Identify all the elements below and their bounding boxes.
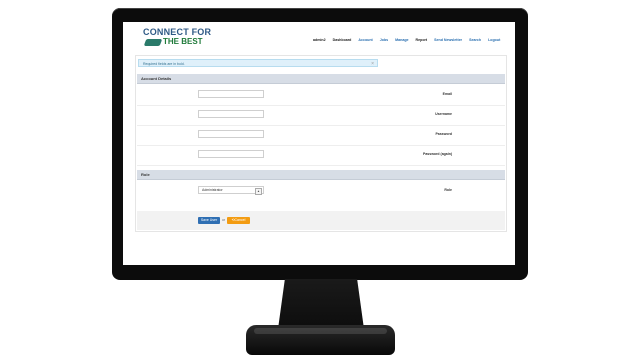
role-row: Role Administrator ▲ [137,181,505,201]
form-actions: Save User or ⟲Cancel [137,211,505,230]
nav-item-report[interactable]: Report [416,38,428,43]
nav-item-logout[interactable]: Logout [488,38,500,43]
user-form: Required fields are in bold. × Account D… [135,55,507,232]
cancel-label: Cancel [234,218,246,222]
app-screen: CONNECT FOR THE BEST admin2 Dashboard Ac… [123,22,515,265]
top-navigation: admin2 Dashboard Account Jobs Manage Rep… [313,35,508,45]
save-user-button[interactable]: Save User [198,217,220,224]
logo[interactable]: CONNECT FOR THE BEST [143,27,211,49]
role-select-value: Administrator [202,188,223,192]
password-again-label: Password (again) [423,152,452,156]
info-alert: Required fields are in bold. × [138,59,378,67]
role-label: Role [444,188,452,192]
username-row: Username [137,105,505,126]
section-role: Role [137,170,505,180]
nav-item-manage[interactable]: Manage [395,38,408,43]
email-row: Email [137,85,505,106]
username-field[interactable] [198,110,264,118]
nav-item-dashboard[interactable]: Dashboard [333,38,352,43]
nav-item-account[interactable]: Account [358,38,372,43]
or-text: or [222,218,226,222]
cancel-button[interactable]: ⟲Cancel [227,217,250,224]
close-icon[interactable]: × [371,60,374,68]
password-field[interactable] [198,130,264,138]
nav-item-jobs[interactable]: Jobs [380,38,388,43]
nav-item-send-newsletter[interactable]: Send Newsletter [434,38,462,43]
nav-item-search[interactable]: Search [469,38,481,43]
email-field[interactable] [198,90,264,98]
chevron-down-icon[interactable]: ▲ [255,188,262,195]
nav-item-admin2[interactable]: admin2 [313,38,326,43]
handshake-icon [143,39,163,46]
password-label: Password [435,132,452,136]
password-again-field[interactable] [198,150,264,158]
monitor-stand-base [246,325,395,355]
alert-text: Required fields are in bold. [143,62,185,66]
password-again-row: Password (again) [137,145,505,166]
email-label: Email [442,92,452,96]
logo-text-line1: CONNECT FOR [143,27,212,37]
logo-text-line2: THE BEST [163,37,203,46]
section-account-details: Account Details [137,74,505,84]
role-select[interactable]: Administrator ▲ [198,186,264,195]
monitor-stand-neck [278,279,364,329]
password-row: Password [137,125,505,146]
username-label: Username [435,112,452,116]
